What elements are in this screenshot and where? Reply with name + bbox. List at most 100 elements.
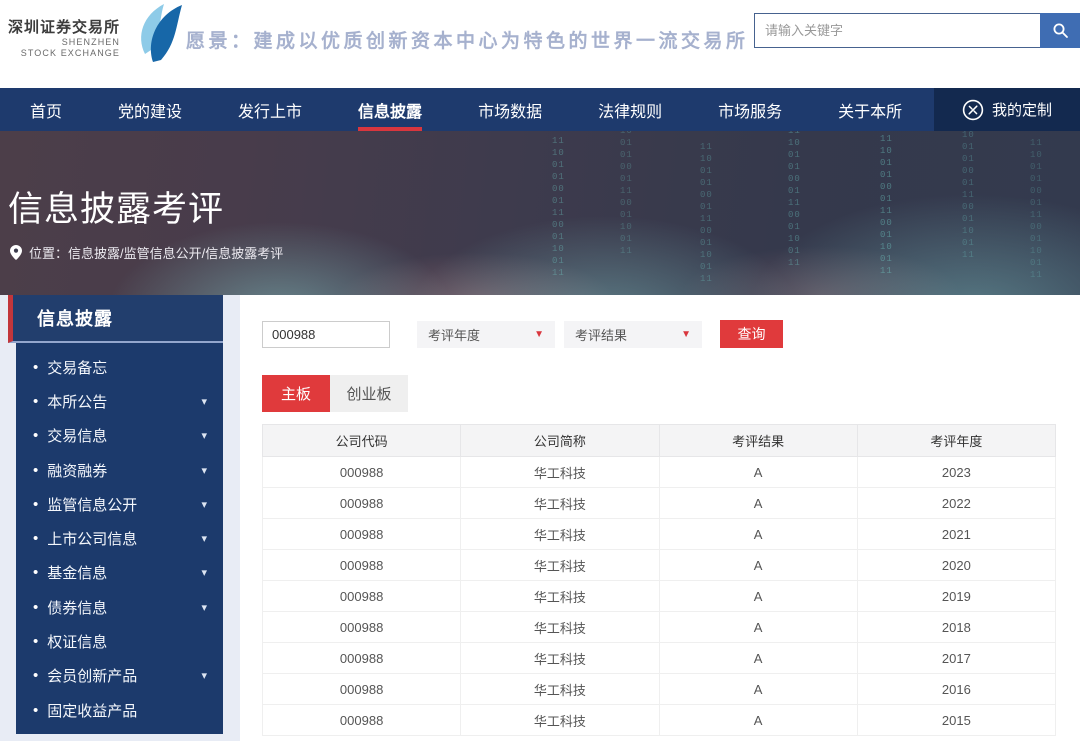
table-row: 000988 华工科技 A 2022 [263, 488, 1056, 519]
cell-company-code: 000988 [263, 705, 461, 736]
cell-company-name: 华工科技 [461, 488, 659, 519]
sidebar-item-fixed-income-products[interactable]: • 固定收益产品 [16, 693, 223, 727]
cell-company-code: 000988 [263, 457, 461, 488]
evaluation-result-dropdown[interactable]: 考评结果 ▼ [564, 321, 702, 348]
bullet-icon: • [33, 359, 38, 376]
sidebar-item-bond-info[interactable]: • 债券信息 ▾ [16, 590, 223, 624]
evaluation-year-dropdown[interactable]: 考评年度 ▼ [417, 321, 555, 348]
my-customization-button[interactable]: 我的定制 [934, 88, 1080, 131]
cell-company-code: 000988 [263, 612, 461, 643]
cell-company-name: 华工科技 [461, 705, 659, 736]
sidebar-item-listed-company-info[interactable]: • 上市公司信息 ▾ [16, 521, 223, 555]
tab-main-board[interactable]: 主板 [262, 375, 330, 412]
binary-decoration: 11 10 01 01 00 01 11 00 01 10 01 11 [880, 133, 893, 277]
nav-item-about[interactable]: 关于本所 [810, 88, 930, 131]
cell-company-name: 华工科技 [461, 550, 659, 581]
company-code-input[interactable] [262, 321, 390, 348]
cell-evaluation-result: A [659, 674, 857, 705]
chevron-down-icon: ▾ [201, 532, 207, 545]
sidebar-item-member-innovation-products[interactable]: • 会员创新产品 ▾ [16, 659, 223, 693]
sidebar-item-label: 交易信息 [47, 425, 107, 446]
binary-decoration: 11 10 01 01 00 01 11 00 01 10 01 11 [1030, 137, 1043, 281]
sidebar-menu: • 交易备忘 • 本所公告 ▾ • 交易信息 ▾ • 融资融券 ▾ [16, 343, 223, 734]
nav-item-party-building[interactable]: 党的建设 [90, 88, 210, 131]
cell-evaluation-year: 2023 [857, 457, 1055, 488]
sidebar-item-label: 监管信息公开 [47, 494, 137, 515]
search-icon [1052, 22, 1069, 39]
cell-evaluation-result: A [659, 581, 857, 612]
cell-evaluation-result: A [659, 612, 857, 643]
cell-company-name: 华工科技 [461, 643, 659, 674]
tab-chinext[interactable]: 创业板 [330, 375, 408, 412]
cell-evaluation-year: 2020 [857, 550, 1055, 581]
nav-item-market-data[interactable]: 市场数据 [450, 88, 570, 131]
table-row: 000988 华工科技 A 2016 [263, 674, 1056, 705]
page: 深圳证券交易所 SHENZHEN STOCK EXCHANGE 愿景：建成以优质… [0, 0, 1080, 741]
table-row: 000988 华工科技 A 2021 [263, 519, 1056, 550]
bullet-icon: • [33, 530, 38, 547]
cell-company-code: 000988 [263, 488, 461, 519]
table-row: 000988 华工科技 A 2015 [263, 705, 1056, 736]
cell-company-name: 华工科技 [461, 674, 659, 705]
bullet-icon: • [33, 599, 38, 616]
sidebar-item-warrant-info[interactable]: • 权证信息 [16, 624, 223, 658]
sidebar-item-regulatory-disclosure[interactable]: • 监管信息公开 ▾ [16, 487, 223, 521]
chevron-down-icon: ▾ [201, 429, 207, 442]
logo-english-name-line2: STOCK EXCHANGE [8, 48, 120, 59]
nav-item-market-services[interactable]: 市场服务 [690, 88, 810, 131]
sidebar-item-margin-trading[interactable]: • 融资融券 ▾ [16, 453, 223, 487]
bullet-icon: • [33, 633, 38, 650]
breadcrumb: 位置：信息披露/监管信息公开/信息披露考评 [10, 243, 283, 262]
search-button[interactable] [1040, 13, 1080, 48]
nav-item-information-disclosure[interactable]: 信息披露 [330, 88, 450, 131]
nav-item-home[interactable]: 首页 [0, 88, 90, 131]
sidebar-item-fund-info[interactable]: • 基金信息 ▾ [16, 556, 223, 590]
cell-company-code: 000988 [263, 643, 461, 674]
bullet-icon: • [33, 496, 38, 513]
logo-chinese-name: 深圳证券交易所 [8, 16, 120, 37]
cell-evaluation-year: 2015 [857, 705, 1055, 736]
breadcrumb-text: 位置：信息披露/监管信息公开/信息披露考评 [29, 243, 283, 262]
bullet-icon: • [33, 462, 38, 479]
cell-company-name: 华工科技 [461, 612, 659, 643]
site-logo[interactable]: 深圳证券交易所 SHENZHEN STOCK EXCHANGE [0, 0, 186, 64]
bullet-icon: • [33, 667, 38, 684]
bullet-icon: • [33, 427, 38, 444]
chevron-down-icon: ▾ [201, 464, 207, 477]
bullet-icon: • [33, 393, 38, 410]
bullet-icon: • [33, 702, 38, 719]
nav-item-listing[interactable]: 发行上市 [210, 88, 330, 131]
caret-down-icon: ▼ [681, 329, 691, 340]
caret-down-icon: ▼ [534, 329, 544, 340]
cell-evaluation-result: A [659, 457, 857, 488]
nav-item-rules[interactable]: 法律规则 [570, 88, 690, 131]
binary-decoration: 11 10 01 01 00 01 11 00 01 10 01 11 [962, 131, 975, 261]
cell-company-name: 华工科技 [461, 519, 659, 550]
site-search [754, 13, 1080, 48]
sidebar-item-exchange-announcements[interactable]: • 本所公告 ▾ [16, 384, 223, 418]
szse-logo-icon [124, 4, 186, 64]
location-pin-icon [10, 245, 22, 260]
cell-company-code: 000988 [263, 519, 461, 550]
cell-company-code: 000988 [263, 550, 461, 581]
search-input[interactable] [754, 13, 1040, 48]
cell-evaluation-year: 2022 [857, 488, 1055, 519]
cell-company-code: 000988 [263, 674, 461, 705]
column-header-company-name: 公司简称 [461, 425, 659, 457]
main-panel: 考评年度 ▼ 考评结果 ▼ 查询 主板 创业板 公司代码 公司简称 [240, 295, 1080, 741]
sidebar-item-label: 会员创新产品 [47, 665, 137, 686]
filter-row: 考评年度 ▼ 考评结果 ▼ 查询 [262, 320, 1056, 348]
binary-decoration: 11 10 01 01 00 01 11 00 01 10 01 11 [552, 135, 565, 279]
bullet-icon: • [33, 564, 38, 581]
table-row: 000988 华工科技 A 2018 [263, 612, 1056, 643]
sidebar-item-trading-info[interactable]: • 交易信息 ▾ [16, 419, 223, 453]
query-button[interactable]: 查询 [720, 320, 783, 348]
table-row: 000988 华工科技 A 2019 [263, 581, 1056, 612]
sidebar-item-trading-memo[interactable]: • 交易备忘 [16, 350, 223, 384]
binary-decoration: 11 10 01 01 00 01 11 00 01 10 01 11 [700, 141, 713, 285]
sidebar-title: 信息披露 [8, 295, 223, 343]
evaluation-results-table: 公司代码 公司简称 考评结果 考评年度 000988 华工科技 A 2023 0… [262, 424, 1056, 736]
chevron-down-icon: ▾ [201, 669, 207, 682]
cell-evaluation-year: 2016 [857, 674, 1055, 705]
cell-evaluation-year: 2019 [857, 581, 1055, 612]
